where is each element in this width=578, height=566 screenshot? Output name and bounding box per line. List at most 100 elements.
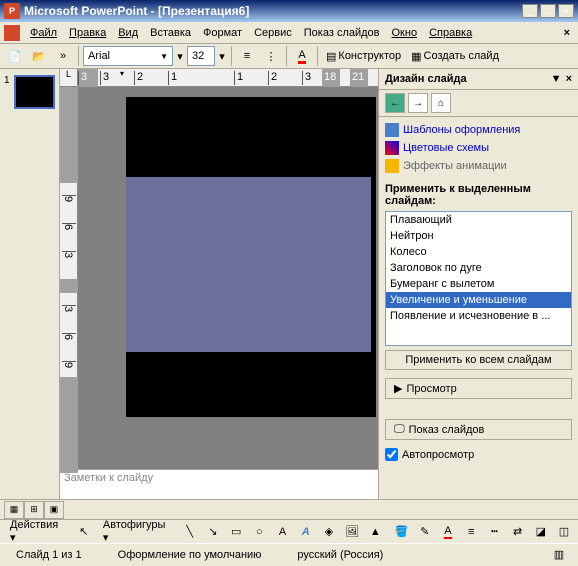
- textbox-button[interactable]: A: [272, 521, 292, 543]
- oval-button[interactable]: ○: [249, 521, 269, 543]
- open-button[interactable]: 📂: [28, 45, 50, 67]
- autopreview-checkbox[interactable]: Автопросмотр: [385, 448, 572, 461]
- slideshow-view-button[interactable]: ▣: [44, 501, 64, 519]
- designer-button[interactable]: ▤ Конструктор: [322, 50, 405, 63]
- picture-button[interactable]: ▲: [365, 521, 385, 543]
- menu-bar: Файл Правка Вид Вставка Формат Сервис По…: [0, 22, 578, 44]
- maximize-button[interactable]: □: [540, 4, 556, 18]
- nav-forward-button[interactable]: →: [408, 93, 428, 113]
- slide-number: 1: [4, 75, 12, 109]
- task-pane-header: Дизайн слайда ▼ ×: [379, 69, 578, 90]
- slide-thumbnails-panel: 1: [0, 69, 60, 499]
- menu-view[interactable]: Вид: [112, 25, 144, 41]
- font-color-button-2[interactable]: A: [438, 521, 458, 543]
- new-slide-button[interactable]: ▦ Создать слайд: [407, 50, 503, 63]
- line-color-button[interactable]: ✎: [415, 521, 435, 543]
- templates-icon: [385, 123, 399, 137]
- menu-edit[interactable]: Правка: [63, 25, 112, 41]
- bullets-button[interactable]: ≡: [236, 45, 258, 67]
- autopreview-input[interactable]: [385, 448, 398, 461]
- normal-view-button[interactable]: ▦: [4, 501, 24, 519]
- font-dropdown[interactable]: ▾: [175, 45, 185, 67]
- minimize-button[interactable]: _: [522, 4, 538, 18]
- effects-icon: [385, 159, 399, 173]
- animation-effects-list[interactable]: Плавающий Нейтрон Колесо Заголовок по ду…: [385, 211, 572, 346]
- new-slide-icon: ▦: [411, 50, 421, 63]
- sorter-view-button[interactable]: ⊞: [24, 501, 44, 519]
- line-style-button[interactable]: ≡: [461, 521, 481, 543]
- task-pane-close[interactable]: ×: [566, 73, 572, 85]
- line-button[interactable]: ╲: [180, 521, 200, 543]
- link-animation-effects[interactable]: Эффекты анимации: [385, 157, 572, 175]
- slide-preview: [14, 75, 56, 109]
- font-color-button[interactable]: A: [291, 45, 313, 67]
- 3d-button[interactable]: ◫: [554, 521, 574, 543]
- autoshapes-menu[interactable]: Автофигуры ▾: [97, 517, 174, 546]
- rectangle-button[interactable]: ▭: [226, 521, 246, 543]
- slideshow-button[interactable]: 🖵 Показ слайдов: [385, 419, 572, 440]
- menu-format[interactable]: Формат: [197, 25, 248, 41]
- task-pane-title: Дизайн слайда: [385, 73, 467, 85]
- font-size-value: 32: [192, 50, 204, 62]
- font-selector[interactable]: Arial ▼: [83, 46, 173, 66]
- status-icon[interactable]: ▥: [548, 544, 570, 566]
- title-bar: P Microsoft PowerPoint - [Презентация6] …: [0, 0, 578, 22]
- fill-color-button[interactable]: 🪣: [391, 521, 411, 543]
- preview-button[interactable]: ▶ Просмотр: [385, 378, 572, 399]
- clipart-button[interactable]: 🖼: [342, 521, 362, 543]
- status-slide: Слайд 1 из 1: [8, 549, 90, 561]
- effect-item[interactable]: Плавающий: [386, 212, 571, 228]
- play-icon: ▶: [394, 382, 402, 395]
- menu-tools[interactable]: Сервис: [248, 25, 298, 41]
- link-color-schemes[interactable]: Цветовые схемы: [385, 139, 572, 157]
- task-pane-links: Шаблоны оформления Цветовые схемы Эффект…: [379, 117, 578, 179]
- nav-back-button[interactable]: ←: [385, 93, 405, 113]
- slide-canvas[interactable]: [96, 87, 378, 467]
- effect-item[interactable]: Колесо: [386, 244, 571, 260]
- slide-editor: L 3 3 ▾ 2 1 1 2 3 18 21 9 6 3: [60, 69, 378, 499]
- link-templates[interactable]: Шаблоны оформления: [385, 121, 572, 139]
- draw-actions-menu[interactable]: Действия ▾: [4, 517, 68, 546]
- effect-item[interactable]: Нейтрон: [386, 228, 571, 244]
- status-design: Оформление по умолчанию: [110, 549, 270, 561]
- effect-item[interactable]: Заголовок по дуге: [386, 260, 571, 276]
- arrow-style-button[interactable]: ⇄: [507, 521, 527, 543]
- chevron-down-icon: ▼: [160, 52, 168, 61]
- effect-item-selected[interactable]: Увеличение и уменьшение: [386, 292, 571, 308]
- main-workspace: 1 L 3 3 ▾ 2 1 1 2 3 18 21 9: [0, 69, 578, 499]
- notes-pane[interactable]: Заметки к слайду: [60, 469, 378, 499]
- new-button[interactable]: 📄: [4, 45, 26, 67]
- menu-file[interactable]: Файл: [24, 25, 63, 41]
- close-button[interactable]: ×: [558, 4, 574, 18]
- wordart-button[interactable]: A: [296, 521, 316, 543]
- toolbar-overflow[interactable]: »: [52, 45, 74, 67]
- shadow-button[interactable]: ◪: [531, 521, 551, 543]
- apply-label: Применить к выделенным слайдам:: [379, 179, 578, 211]
- select-arrow-button[interactable]: ↖: [74, 521, 94, 543]
- vertical-ruler[interactable]: 9 6 3 3 6 9: [60, 87, 78, 467]
- doc-icon: [4, 25, 20, 41]
- task-pane-dropdown[interactable]: ▼: [551, 73, 562, 85]
- effect-item[interactable]: Бумеранг с вылетом: [386, 276, 571, 292]
- mdi-close-button[interactable]: ×: [560, 27, 574, 39]
- horizontal-ruler[interactable]: 3 3 ▾ 2 1 1 2 3 18 21: [78, 69, 378, 87]
- nav-home-button[interactable]: ⌂: [431, 93, 451, 113]
- dash-style-button[interactable]: ┅: [484, 521, 504, 543]
- diagram-button[interactable]: ◈: [319, 521, 339, 543]
- status-bar: Слайд 1 из 1 Оформление по умолчанию рус…: [0, 543, 578, 565]
- menu-slideshow[interactable]: Показ слайдов: [298, 25, 386, 41]
- view-buttons-bar: ▦ ⊞ ▣: [0, 499, 578, 519]
- size-dropdown[interactable]: ▾: [217, 45, 227, 67]
- font-size-selector[interactable]: 32: [187, 46, 215, 66]
- arrow-button[interactable]: ↘: [203, 521, 223, 543]
- menu-window[interactable]: Окно: [386, 25, 424, 41]
- thumbnail-slide-1[interactable]: 1: [4, 75, 55, 109]
- formatting-toolbar: 📄 📂 » Arial ▼ ▾ 32 ▾ ≡ ⋮ A ▤ Конструктор…: [0, 44, 578, 69]
- menu-help[interactable]: Справка: [423, 25, 478, 41]
- menu-insert[interactable]: Вставка: [144, 25, 197, 41]
- effect-item[interactable]: Появление и исчезновение в ...: [386, 308, 571, 324]
- apply-all-button[interactable]: Применить ко всем слайдам: [385, 350, 572, 370]
- task-pane: Дизайн слайда ▼ × ← → ⌂ Шаблоны оформлен…: [378, 69, 578, 499]
- app-icon: P: [4, 3, 20, 19]
- numbering-button[interactable]: ⋮: [260, 45, 282, 67]
